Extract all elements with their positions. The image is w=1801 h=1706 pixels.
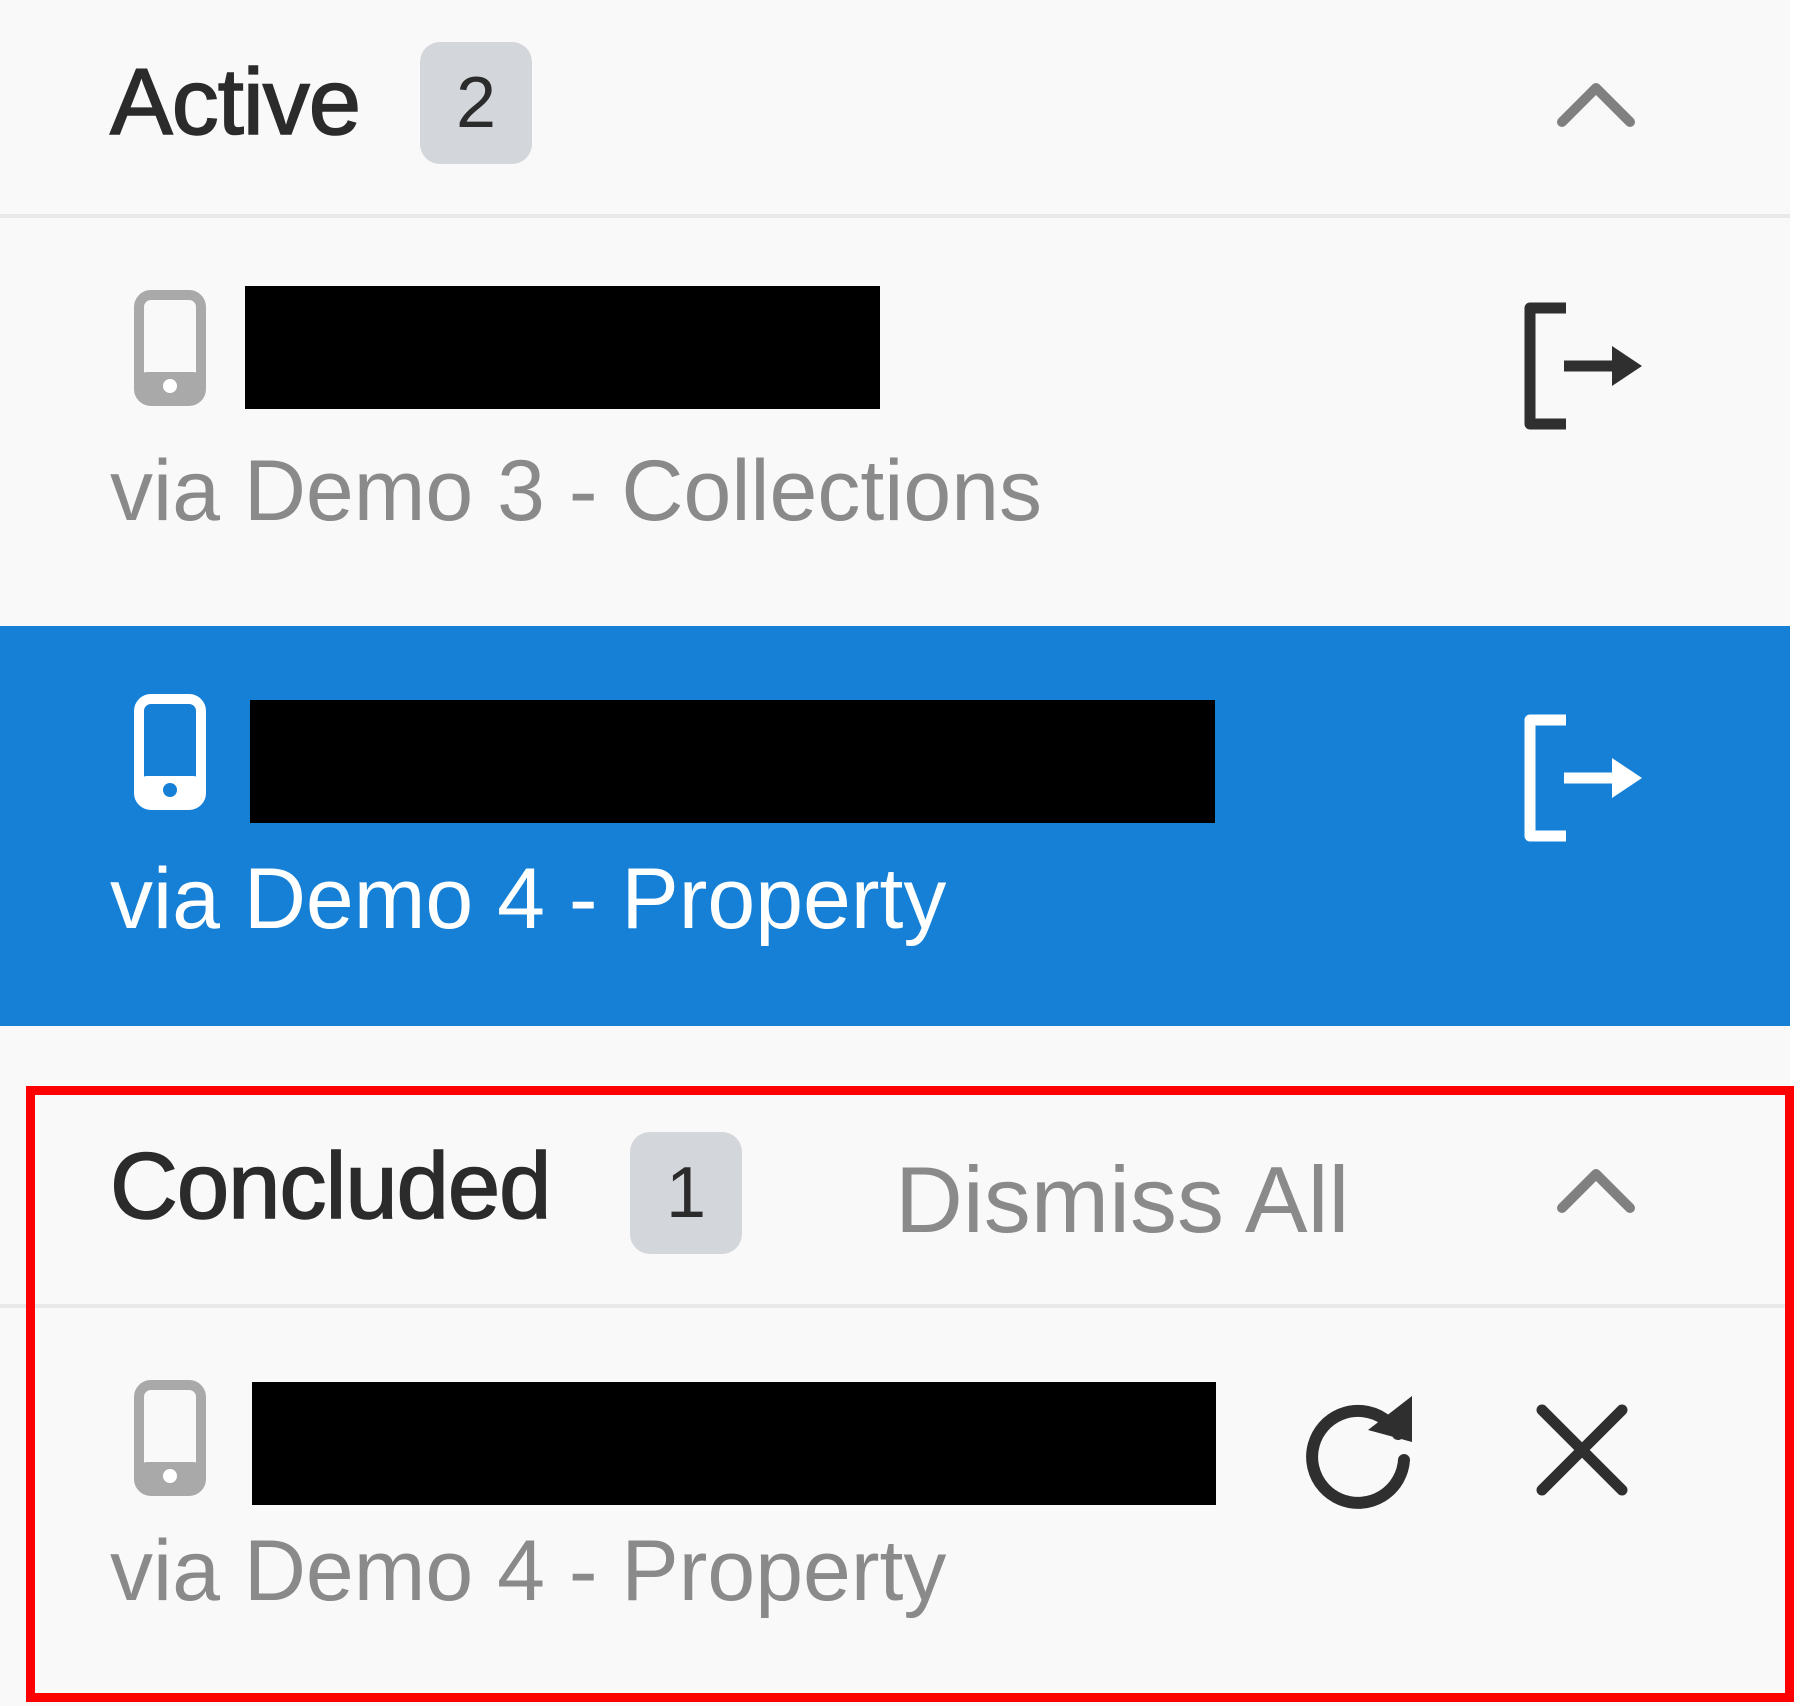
phone-icon bbox=[134, 1380, 206, 1496]
concluded-count-badge: 1 bbox=[630, 1132, 742, 1254]
conversation-panel: Active 2 via Demo 3 - Collections via De… bbox=[0, 0, 1794, 1706]
logout-icon[interactable] bbox=[1516, 714, 1646, 842]
concluded-section-header[interactable]: Concluded 1 Dismiss All bbox=[0, 1100, 1790, 1306]
list-item[interactable]: via Demo 3 - Collections bbox=[0, 218, 1790, 624]
list-item[interactable]: via Demo 4 - Property bbox=[0, 1308, 1790, 1702]
list-item-selected[interactable]: via Demo 4 - Property bbox=[0, 626, 1790, 1026]
refresh-icon[interactable] bbox=[1300, 1390, 1420, 1510]
dismiss-all-button[interactable]: Dismiss All bbox=[895, 1146, 1349, 1254]
close-icon[interactable] bbox=[1534, 1402, 1630, 1498]
phone-icon bbox=[134, 290, 206, 406]
active-count-badge: 2 bbox=[420, 42, 532, 164]
logout-icon[interactable] bbox=[1516, 302, 1646, 430]
redacted-name bbox=[245, 286, 880, 409]
active-title: Active bbox=[109, 48, 362, 155]
redacted-name bbox=[250, 700, 1215, 823]
list-item-subtitle: via Demo 4 - Property bbox=[110, 851, 947, 947]
redacted-name bbox=[252, 1382, 1216, 1505]
active-section-header[interactable]: Active 2 bbox=[0, 0, 1790, 216]
phone-icon bbox=[134, 694, 206, 810]
chevron-up-icon[interactable] bbox=[1556, 78, 1636, 128]
list-item-subtitle: via Demo 4 - Property bbox=[110, 1523, 947, 1619]
concluded-title: Concluded bbox=[109, 1132, 552, 1239]
chevron-up-icon[interactable] bbox=[1556, 1164, 1636, 1214]
list-item-subtitle: via Demo 3 - Collections bbox=[110, 443, 1043, 539]
